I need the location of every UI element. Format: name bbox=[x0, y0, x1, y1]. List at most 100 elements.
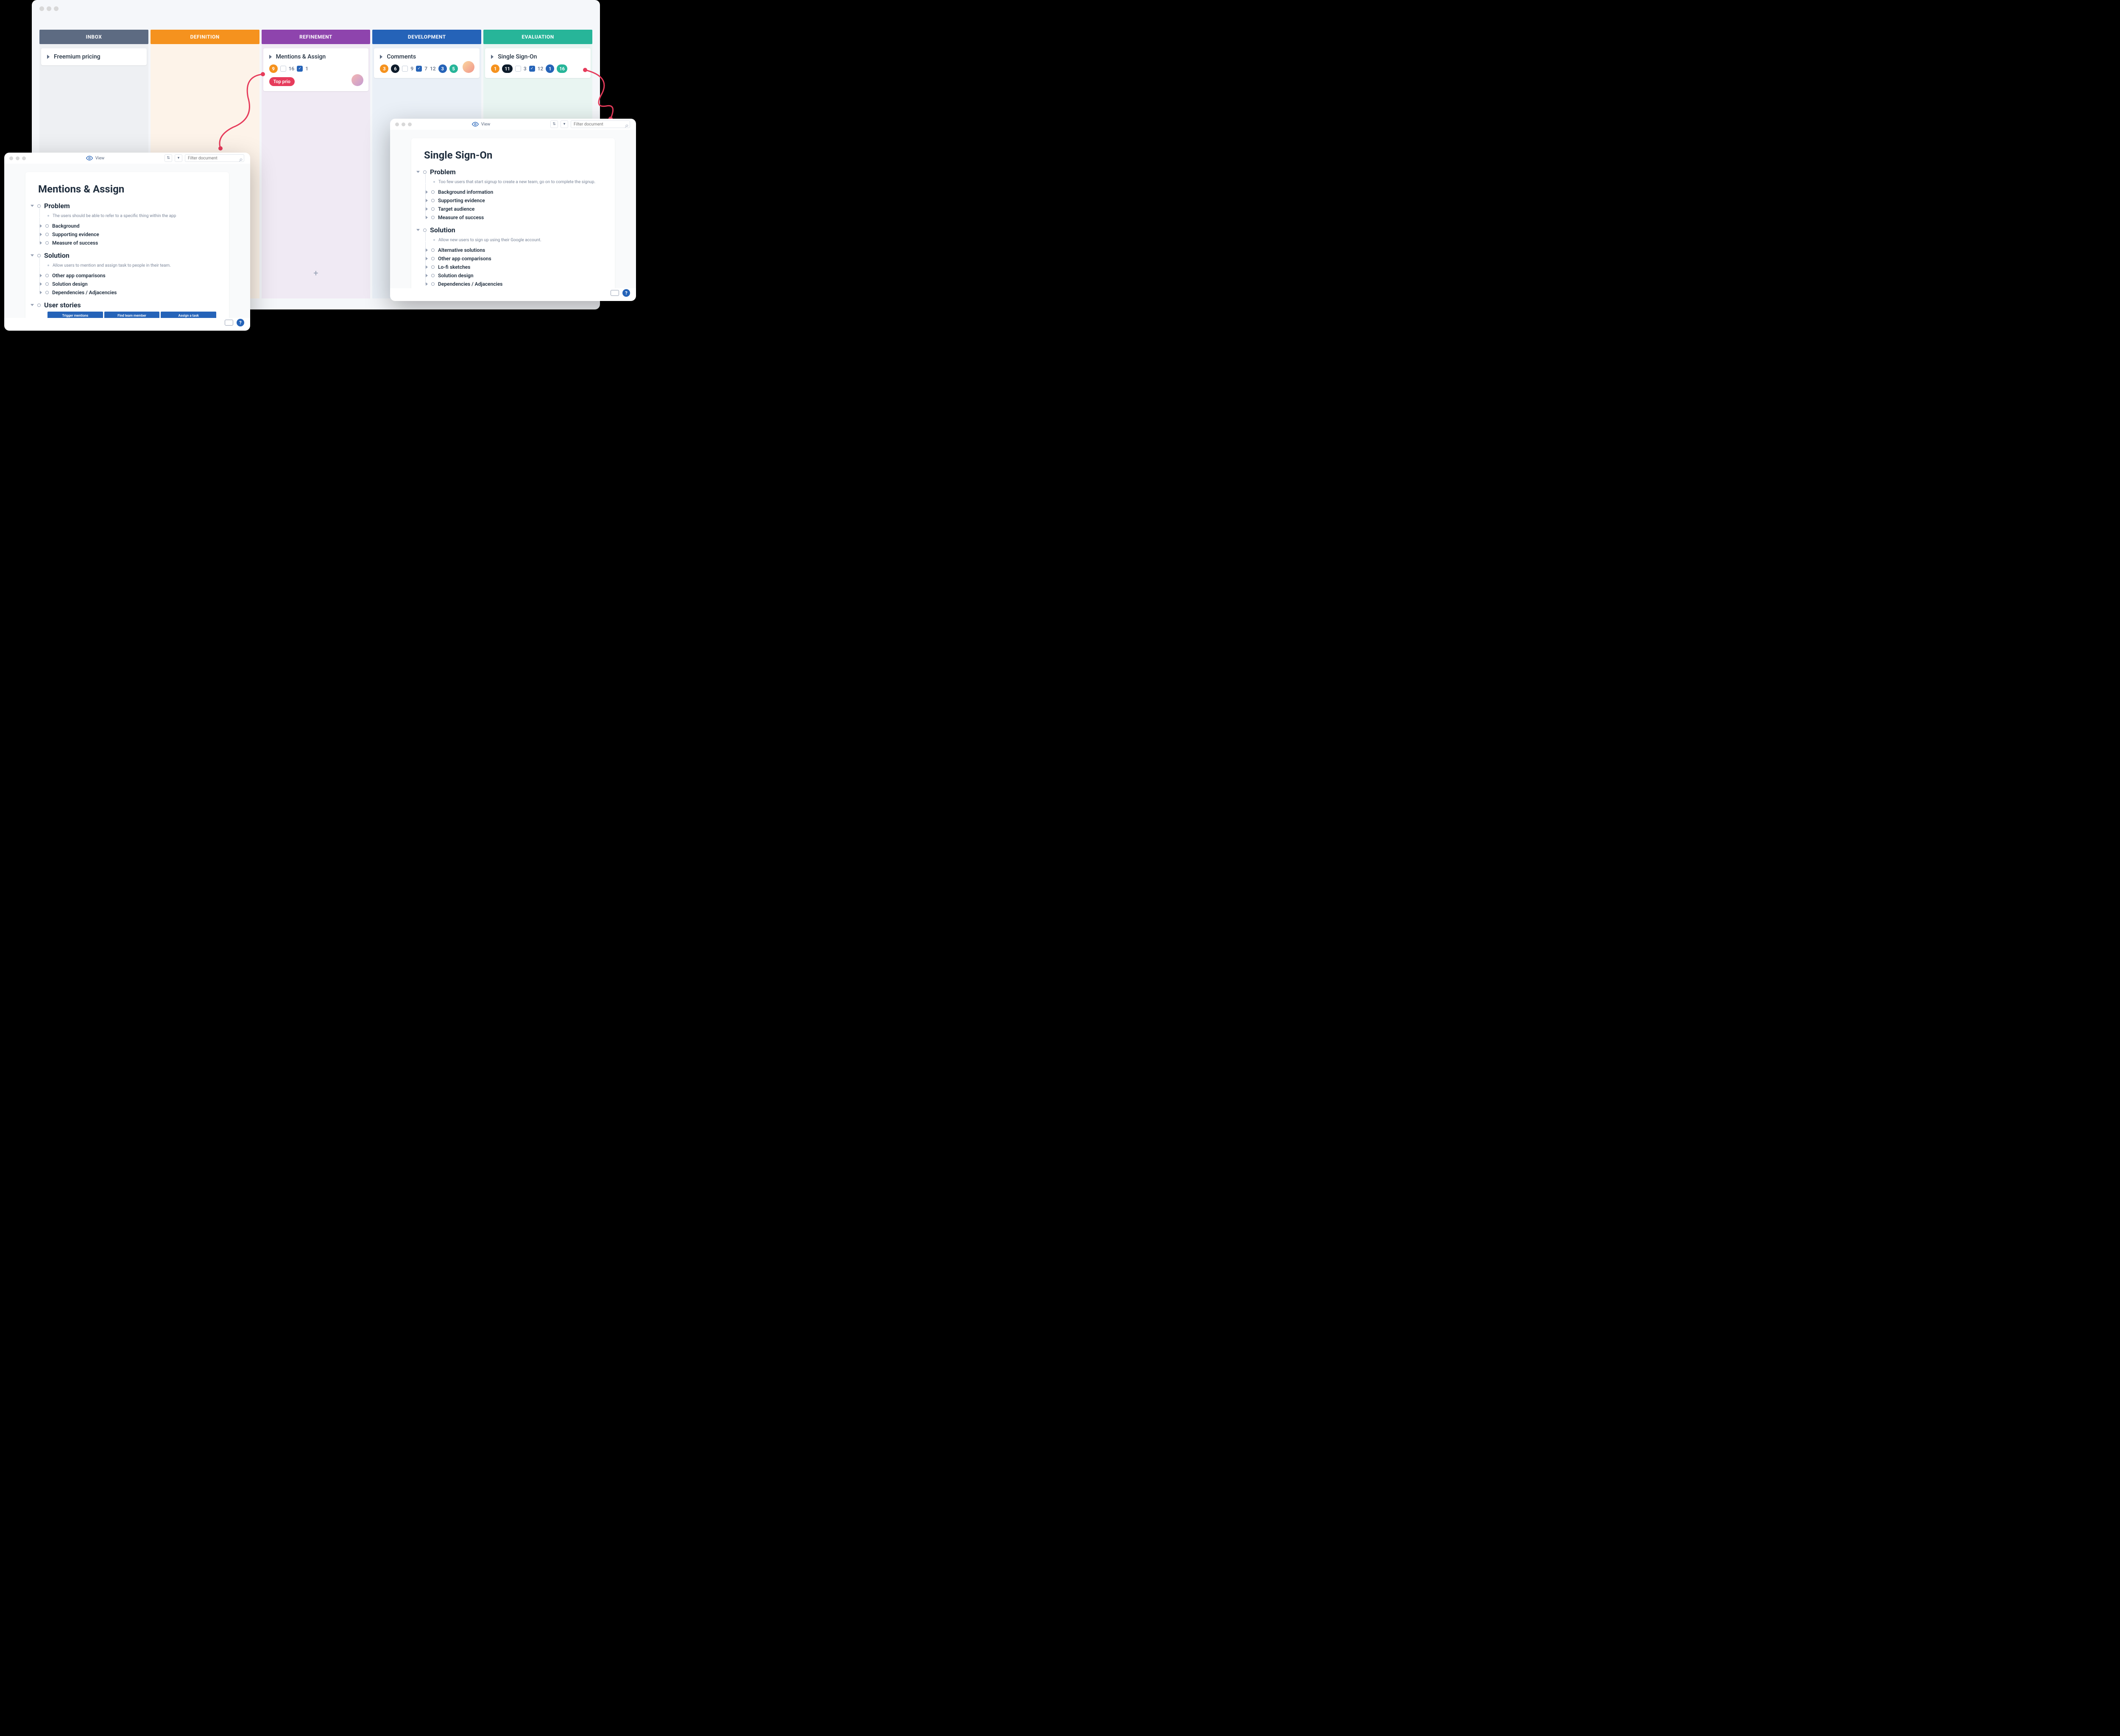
document-card: Single Sign-On Problem Too few users tha… bbox=[411, 138, 615, 288]
outline-item[interactable]: Supporting evidence bbox=[424, 196, 602, 205]
traffic-light-dot[interactable] bbox=[22, 156, 26, 160]
bullet-dot-icon bbox=[433, 181, 435, 183]
chevron-right-icon bbox=[426, 248, 428, 252]
avatar[interactable] bbox=[351, 74, 363, 86]
outline-item[interactable]: Target audience bbox=[424, 205, 602, 213]
document-window-sso: View ⇅ ▾ ⌕ Single Sign-On Problem Too fe… bbox=[390, 119, 636, 301]
outline-item[interactable]: Measure of success bbox=[38, 239, 216, 247]
document-body: Mentions & Assign Problem The users shou… bbox=[4, 164, 250, 318]
card-mentions-assign[interactable]: Mentions & Assign 9 16 ✓ 1 Top prio bbox=[263, 48, 369, 91]
traffic-light-dot[interactable] bbox=[402, 123, 405, 126]
story-tab[interactable]: Find team member bbox=[104, 312, 160, 318]
badge-row: 3 6 9 ✓ 7 12 3 5 bbox=[380, 64, 474, 73]
chevron-down-icon[interactable] bbox=[416, 229, 420, 231]
checkbox-unchecked-icon bbox=[402, 66, 408, 72]
node-dot-icon bbox=[431, 257, 435, 260]
node-dot-icon bbox=[431, 282, 435, 286]
caret-right-icon bbox=[491, 55, 494, 59]
card-single-sign-on[interactable]: Single Sign-On 1 11 3 ✓ 12 1 16 bbox=[485, 48, 591, 78]
section-heading: Solution bbox=[430, 226, 455, 234]
outline-item[interactable]: Other app comparisons bbox=[424, 254, 602, 263]
chevron-down-icon[interactable] bbox=[31, 205, 34, 207]
chevron-right-icon bbox=[426, 216, 428, 219]
card-freemium-pricing[interactable]: Freemium pricing bbox=[41, 48, 147, 65]
help-icon[interactable]: ? bbox=[622, 289, 630, 297]
chevron-right-icon bbox=[426, 207, 428, 211]
node-dot-icon bbox=[45, 233, 49, 236]
card-comments[interactable]: Comments 3 6 9 ✓ 7 12 3 5 bbox=[374, 48, 480, 78]
node-dot-icon bbox=[45, 274, 49, 277]
traffic-light-dot[interactable] bbox=[395, 123, 399, 126]
story-tab[interactable]: Assign a task bbox=[161, 312, 216, 318]
window-titlebar bbox=[32, 0, 600, 17]
badge: 6 bbox=[391, 64, 399, 73]
chevron-down-icon[interactable] bbox=[31, 254, 34, 256]
priority-badge: 9 bbox=[269, 64, 278, 73]
chevron-right-icon bbox=[426, 265, 428, 269]
chevron-right-icon bbox=[426, 274, 428, 277]
outline-item[interactable]: Background bbox=[38, 222, 216, 230]
column-header: INBOX bbox=[39, 30, 148, 44]
node-dot-icon bbox=[37, 204, 41, 208]
eye-icon bbox=[86, 155, 93, 162]
sort-button[interactable]: ⇅ bbox=[165, 154, 172, 162]
count: 7 bbox=[424, 66, 427, 72]
column-header: DEFINITION bbox=[151, 30, 259, 44]
column-refinement: REFINEMENT Mentions & Assign 9 16 ✓ 1 To… bbox=[262, 30, 371, 298]
outline-item[interactable]: Supporting evidence bbox=[38, 230, 216, 239]
document-card: Mentions & Assign Problem The users shou… bbox=[25, 172, 229, 318]
count-unchecked: 16 bbox=[289, 66, 295, 72]
chevron-down-icon[interactable] bbox=[31, 304, 34, 306]
badge: 5 bbox=[449, 64, 458, 73]
filter-input[interactable] bbox=[571, 120, 630, 128]
dropdown-button[interactable]: ▾ bbox=[561, 120, 568, 128]
node-dot-icon bbox=[431, 207, 435, 211]
chevron-right-icon bbox=[40, 274, 42, 277]
count: 3 bbox=[524, 66, 527, 72]
chevron-right-icon bbox=[40, 282, 42, 286]
column-header: REFINEMENT bbox=[262, 30, 371, 44]
keyboard-icon[interactable] bbox=[225, 320, 233, 326]
section-description: Allow users to mention and assign task t… bbox=[53, 263, 171, 269]
filter-input[interactable] bbox=[185, 154, 244, 162]
card-title: Mentions & Assign bbox=[276, 53, 326, 60]
keyboard-icon[interactable] bbox=[611, 290, 619, 296]
chevron-right-icon bbox=[40, 224, 42, 228]
badge: 1 bbox=[491, 64, 499, 73]
traffic-light-dot[interactable] bbox=[9, 156, 13, 160]
badge-row: 9 16 ✓ 1 bbox=[269, 64, 363, 73]
node-dot-icon bbox=[45, 282, 49, 286]
outline-item[interactable]: Alternative solutions bbox=[424, 246, 602, 254]
avatar[interactable] bbox=[463, 61, 474, 73]
badge: 11 bbox=[502, 64, 513, 73]
outline-item[interactable]: Lo-fi sketches bbox=[424, 263, 602, 271]
outline-item[interactable]: Measure of success bbox=[424, 213, 602, 222]
sort-button[interactable]: ⇅ bbox=[550, 120, 558, 128]
node-dot-icon bbox=[431, 190, 435, 194]
card-title: Freemium pricing bbox=[54, 53, 100, 60]
traffic-light-dot[interactable] bbox=[54, 6, 59, 11]
outline-item[interactable]: Background information bbox=[424, 188, 602, 196]
column-body[interactable]: Mentions & Assign 9 16 ✓ 1 Top prio + bbox=[262, 44, 371, 298]
node-dot-icon bbox=[431, 199, 435, 202]
outline-item[interactable]: Dependencies / Adjacencies bbox=[424, 280, 602, 288]
outline-item[interactable]: Solution design bbox=[38, 280, 216, 288]
story-tab[interactable]: Trigger mentions bbox=[47, 312, 103, 318]
node-dot-icon bbox=[45, 241, 49, 245]
bullet-dot-icon bbox=[47, 265, 49, 266]
traffic-light-dot[interactable] bbox=[16, 156, 20, 160]
traffic-light-dot[interactable] bbox=[47, 6, 51, 11]
traffic-light-dot[interactable] bbox=[408, 123, 412, 126]
outline-item[interactable]: Other app comparisons bbox=[38, 271, 216, 280]
outline-item[interactable]: Solution design bbox=[424, 271, 602, 280]
outline-item[interactable]: Dependencies / Adjacencies bbox=[38, 288, 216, 297]
caret-right-icon bbox=[380, 55, 382, 59]
help-icon[interactable]: ? bbox=[237, 319, 244, 326]
dropdown-button[interactable]: ▾ bbox=[175, 154, 182, 162]
section-solution: Solution Allow users to mention and assi… bbox=[38, 251, 216, 297]
traffic-light-dot[interactable] bbox=[39, 6, 44, 11]
document-window-mentions: View ⇅ ▾ ⌕ Mentions & Assign Problem The… bbox=[4, 153, 250, 331]
chevron-down-icon[interactable] bbox=[416, 171, 420, 173]
add-card-button[interactable]: + bbox=[310, 265, 321, 281]
node-dot-icon bbox=[423, 170, 427, 174]
